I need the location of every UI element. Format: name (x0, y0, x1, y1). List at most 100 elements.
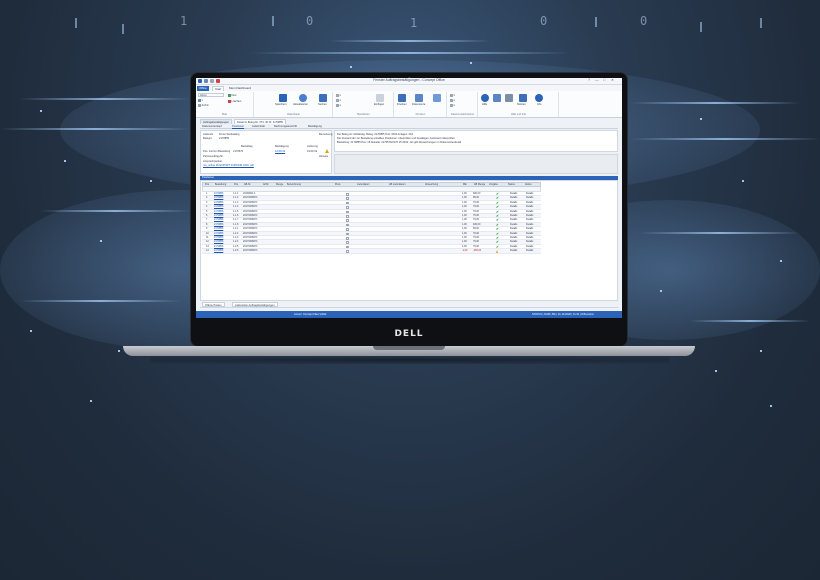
cell-bestellung[interactable]: 2170856 (214, 240, 232, 244)
cell-pospos: 1.1.8 (233, 222, 239, 226)
bestaetigung-date[interactable]: 12.09.19 (275, 150, 285, 154)
notes-label: Notizen (517, 103, 526, 106)
extra-icon (450, 94, 453, 97)
refresh-label: Aktualisieren (293, 103, 308, 106)
archive-label: Archiv (201, 104, 209, 107)
row-checkbox[interactable] (346, 215, 349, 218)
close-button[interactable]: ✕ (611, 78, 614, 83)
cell-menge: 1,00 (462, 200, 467, 204)
note-panel[interactable] (334, 154, 618, 174)
cell-bestellung[interactable]: 2170856 (214, 214, 232, 218)
new-item[interactable]: Neu (228, 94, 236, 98)
row-checkbox[interactable] (346, 245, 349, 249)
cell-bestellung[interactable]: 2170856 (214, 236, 232, 240)
filter-item[interactable]: ▾ (198, 99, 203, 103)
maximize-button[interactable]: □ (603, 78, 605, 83)
new-icon (228, 94, 231, 97)
edit-item-1[interactable]: ▾ (336, 94, 341, 98)
cell-menge: 1,00 (462, 244, 467, 248)
cell-bestellung[interactable]: 2170856 (214, 196, 232, 200)
row-checkbox[interactable] (346, 219, 349, 222)
row-checkbox[interactable] (346, 201, 349, 205)
tools-icon[interactable] (493, 94, 501, 102)
search-icon[interactable] (319, 94, 327, 102)
extra-item-1[interactable]: ▾ (450, 94, 455, 98)
cell-pospos: 1.1.7 (233, 218, 239, 222)
cell-bestellung[interactable]: 2170856 (214, 223, 232, 227)
row-checkbox[interactable] (346, 223, 349, 227)
hinweis-label: Hinweis (319, 155, 329, 158)
attachment-link[interactable]: ron_online 00 EXPORT KOPF/NR 1016 .pdf (203, 164, 254, 168)
subtab-lieferinhalt[interactable]: Lieferinhalt (252, 124, 265, 129)
cell-bestellung[interactable]: 2170856 (214, 218, 232, 222)
save-icon[interactable] (279, 94, 287, 102)
cell-bestellung[interactable]: 2170856 (214, 245, 232, 249)
cell-bestellung[interactable]: 2170856 (214, 201, 232, 205)
subtab-positionen[interactable]: Positionen (232, 124, 244, 129)
edit-item-3[interactable]: ▾ (336, 104, 341, 108)
cell-menge: 1,00 (462, 236, 467, 239)
cell-ab-menge: 79,00 (473, 231, 479, 235)
details-button: Details (526, 200, 534, 204)
row-checkbox[interactable] (346, 210, 349, 214)
info-icon[interactable] (535, 94, 543, 102)
cell-pos: 13 (206, 244, 209, 248)
new-label: Neu (231, 94, 237, 97)
notes-icon[interactable] (519, 94, 527, 102)
ribbon-group-label: Datenzusatzbuttons (451, 113, 474, 117)
cell-bestellung[interactable]: 2170856 (214, 205, 232, 209)
row-checkbox[interactable] (346, 232, 349, 236)
window-title: Fenster Auftragsbestätigungen - Concept … (373, 78, 445, 82)
row-checkbox[interactable] (346, 237, 349, 240)
edit-item-2[interactable]: ▾ (336, 99, 341, 103)
search-input[interactable]: Anzei (198, 93, 224, 97)
extra-item-2[interactable]: ▾ (450, 99, 455, 103)
details-button: Details (510, 209, 518, 213)
row-checkbox[interactable] (346, 193, 349, 196)
help-button[interactable]: ? (588, 78, 590, 83)
refresh-icon[interactable] (299, 94, 307, 102)
tab-office[interactable]: Office (197, 85, 209, 91)
extra-item-3[interactable]: ▾ (450, 104, 455, 108)
details-button: Details (510, 196, 518, 200)
print-icon[interactable] (398, 94, 406, 102)
row-checkbox[interactable] (346, 228, 349, 231)
cell-bestellung[interactable]: 2170856 (214, 210, 232, 214)
cell-abnr: 20170306071 (243, 249, 258, 253)
tab-dashboard[interactable]: Mein Dashboard (227, 86, 253, 91)
cell-bestellung[interactable]: 2170856 (214, 192, 232, 196)
minimize-button[interactable]: — (595, 78, 599, 83)
details-button: Details (510, 200, 518, 204)
row-checkbox[interactable] (346, 250, 349, 253)
delete-item[interactable]: Löschen (228, 100, 241, 104)
help-icon[interactable] (481, 94, 489, 102)
delete-label: Löschen (231, 100, 242, 103)
check-icon: ✔ (496, 196, 499, 201)
cell-bestellung[interactable]: 2170856 (214, 227, 232, 231)
laptop-base (123, 346, 695, 356)
documents-icon[interactable] (415, 94, 423, 102)
row-checkbox[interactable] (346, 241, 349, 244)
settings-icon[interactable] (505, 94, 513, 102)
tab-lieferanten-ab[interactable]: Lieferanten Auftragsbestätigungen (232, 302, 278, 307)
cell-ab-menge: 89,00 (473, 227, 479, 231)
cell-bestellung[interactable]: 2170856 (214, 232, 232, 236)
cell-ab-menge: 79,00 (473, 240, 479, 244)
cell-ab-menge: 600,00 (473, 192, 481, 195)
row-checkbox[interactable] (346, 197, 349, 200)
cell-pospos: 1.1.3 (233, 200, 239, 204)
subtab-kopf[interactable]: Dokumentenkopf (202, 124, 222, 129)
ribbon-group-label: Bearbeiten (357, 113, 370, 117)
tab-offene-posten[interactable]: Offene Posten (202, 302, 225, 307)
cell-bestellung[interactable]: 2170856 (214, 249, 232, 253)
ribbon-group-label: Datenbank (287, 113, 300, 117)
row-checkbox[interactable] (346, 206, 349, 209)
tab-start[interactable]: Start (212, 85, 225, 91)
filter-icon (198, 99, 201, 102)
table-row[interactable]: 14 2170856 1.2.6 20170306071 -1,00 -250,00 Det… (202, 249, 541, 254)
archive-item[interactable]: Archiv (198, 104, 209, 108)
insert-icon[interactable] (376, 94, 384, 102)
subtab-rechnungsanschrift[interactable]: Rechnungsanschrift (274, 124, 297, 129)
subtab-bestaetigung[interactable]: Bestätigung (308, 124, 322, 129)
mail-icon[interactable] (433, 94, 441, 102)
